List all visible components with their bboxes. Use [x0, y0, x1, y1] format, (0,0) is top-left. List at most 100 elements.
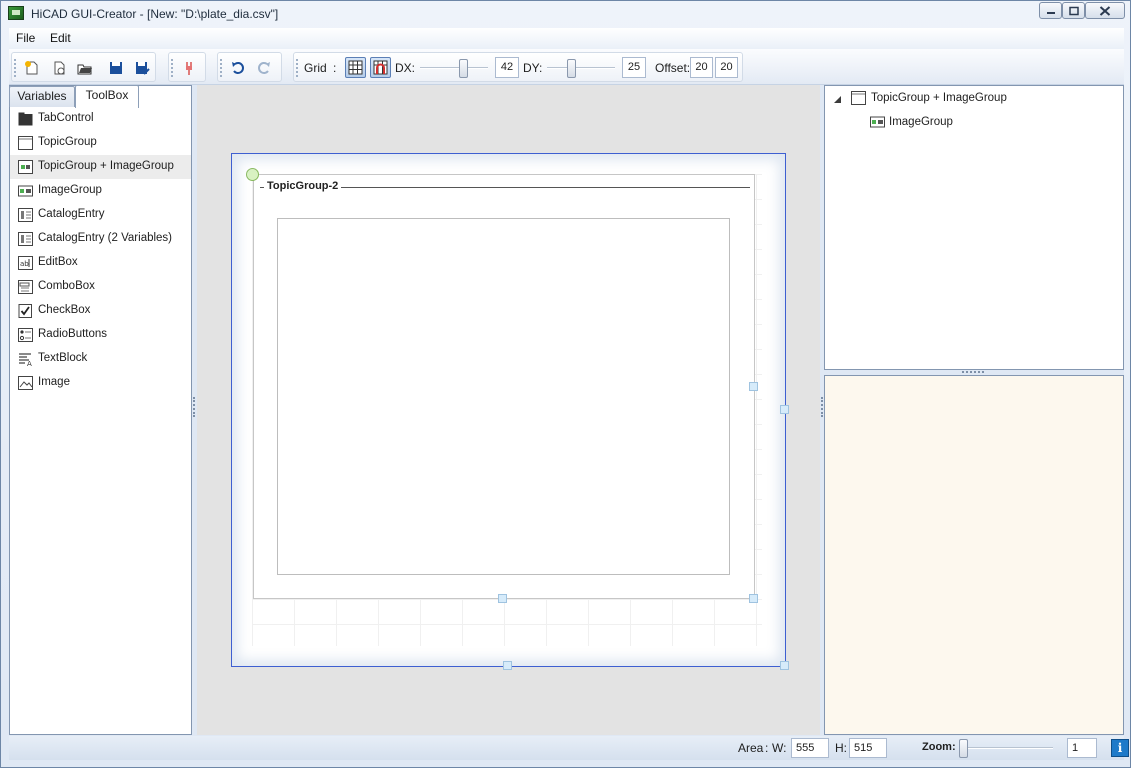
toolbox-item-label: CheckBox [38, 304, 91, 316]
dy-slider-thumb[interactable] [567, 59, 576, 78]
resize-handle-group-bottom[interactable] [498, 594, 507, 603]
grid-colon: : [333, 61, 337, 75]
open-button[interactable] [75, 58, 95, 78]
toolbox-item-label: CatalogEntry (2 Variables) [38, 232, 173, 244]
grid-toggle[interactable] [345, 57, 366, 78]
tree-node-root[interactable]: TopicGroup + ImageGroup [831, 90, 1121, 108]
grid-label: Grid [304, 61, 327, 75]
radiobuttons-icon [18, 328, 33, 342]
properties-panel [824, 375, 1124, 735]
save-button[interactable] [106, 58, 126, 78]
toolbox-item-label: RadioButtons [38, 328, 108, 340]
tab-toolbox[interactable]: ToolBox [75, 85, 139, 108]
toolbar-grip[interactable] [14, 59, 16, 77]
design-canvas[interactable]: TopicGroup-2 [197, 85, 820, 735]
resize-handle-group-right[interactable] [749, 382, 758, 391]
plug-icon [186, 62, 192, 75]
topicgroup-imagegroup-icon [18, 160, 33, 174]
toolbox-item-label: CatalogEntry [38, 208, 105, 220]
tab-variables[interactable]: Variables [9, 86, 75, 107]
app-window: HiCAD GUI-Creator - [New: "D:\plate_dia.… [0, 0, 1131, 768]
maximize-icon [1068, 6, 1079, 15]
close-button[interactable] [1085, 2, 1125, 19]
menu-file[interactable]: File [16, 31, 35, 45]
zoom-slider-thumb[interactable] [959, 739, 968, 758]
toolbox-item-combobox[interactable]: ComboBox [10, 275, 191, 299]
toolbox-item-imagegroup[interactable]: ImageGroup [10, 179, 191, 203]
toolbar-grip[interactable] [220, 59, 222, 77]
toolbox-item-image[interactable]: Image [10, 371, 191, 395]
resize-handle-group-corner[interactable] [749, 594, 758, 603]
topicgroup-icon [18, 136, 33, 150]
minimize-button[interactable] [1039, 2, 1062, 19]
snap-to-grid-toggle[interactable] [370, 57, 391, 78]
offset-x-input[interactable]: 20 [690, 57, 713, 78]
toolbox-item-label: ComboBox [38, 280, 95, 292]
toolbox-item-radiobuttons[interactable]: RadioButtons [10, 323, 191, 347]
editbox-icon: ab [18, 256, 33, 270]
maximize-button[interactable] [1062, 2, 1085, 19]
resize-handle-frame-right[interactable] [780, 405, 789, 414]
dy-label: DY: [523, 61, 543, 75]
area-height-input[interactable]: 515 [849, 738, 887, 758]
close-icon [1099, 5, 1111, 16]
new-from-template-button[interactable] [49, 58, 69, 78]
svg-text:A: A [27, 360, 32, 366]
toolbox-item-topicgroup[interactable]: TopicGroup [10, 131, 191, 155]
plugin-button[interactable] [179, 58, 199, 78]
menu-edit[interactable]: Edit [50, 31, 71, 45]
toolbox-item-catalogentry[interactable]: CatalogEntry [10, 203, 191, 227]
resize-handle-frame-bottom[interactable] [503, 661, 512, 670]
toolbox-item-label: TopicGroup + ImageGroup [38, 160, 174, 172]
file-toolbar-group [11, 52, 156, 82]
toolbox-item-textblock[interactable]: A TextBlock [10, 347, 191, 371]
redo-icon [258, 62, 270, 74]
collapse-arrow-icon[interactable] [833, 95, 842, 104]
snap-grid-icon [373, 60, 388, 75]
toolbar-grip[interactable] [171, 59, 173, 77]
offset-y-input[interactable]: 20 [715, 57, 738, 78]
toolbox-item-catalogentry-2[interactable]: CatalogEntry (2 Variables) [10, 227, 191, 251]
topic-group-2[interactable]: TopicGroup-2 [253, 174, 755, 599]
tabcontrol-icon [18, 112, 33, 126]
svg-text:ab: ab [20, 260, 29, 268]
toolbox-item-topicgroup-imagegroup[interactable]: TopicGroup + ImageGroup [10, 155, 191, 179]
toolbox-item-checkbox[interactable]: CheckBox [10, 299, 191, 323]
info-button[interactable]: i [1111, 739, 1129, 757]
minimize-icon [1046, 11, 1055, 14]
grid-toolbar-group: Grid : DX: 42 DY: 25 Offset: 20 20 [293, 52, 743, 82]
dx-input[interactable]: 42 [495, 57, 519, 78]
tree-node-label: TopicGroup + ImageGroup [871, 92, 1007, 104]
toolbox-item-tabcontrol[interactable]: TabControl [10, 107, 191, 131]
move-handle[interactable] [246, 168, 259, 181]
dx-slider-thumb[interactable] [459, 59, 468, 78]
area-colon: : [765, 741, 769, 755]
plugin-toolbar-group [168, 52, 206, 82]
dx-slider-track[interactable] [420, 67, 488, 69]
toolbox-item-editbox[interactable]: ab EditBox [10, 251, 191, 275]
toolbar-grip[interactable] [296, 59, 298, 77]
tree-node-label: ImageGroup [889, 116, 953, 128]
checkbox-icon [18, 304, 32, 318]
design-surface[interactable]: TopicGroup-2 [231, 153, 786, 667]
tree-node-child[interactable]: ImageGroup [869, 114, 1119, 132]
catalogentry-2-icon [18, 232, 33, 246]
new-button[interactable] [22, 58, 42, 78]
undo-button[interactable] [228, 58, 248, 78]
dy-input[interactable]: 25 [622, 57, 646, 78]
area-width-input[interactable]: 555 [791, 738, 829, 758]
save-as-icon [136, 62, 150, 75]
toolbox-item-label: TextBlock [38, 352, 88, 364]
new-template-icon [54, 61, 65, 75]
redo-button[interactable] [254, 58, 274, 78]
save-as-button[interactable] [132, 58, 152, 78]
zoom-input[interactable]: 1 [1067, 738, 1097, 758]
combobox-icon [18, 280, 33, 294]
area-label: Area [738, 741, 764, 755]
dy-slider-track[interactable] [547, 67, 615, 69]
zoom-slider-track[interactable] [960, 747, 1053, 749]
resize-handle-frame-corner[interactable] [780, 661, 789, 670]
image-group-area[interactable] [277, 218, 730, 575]
menu-bar: File Edit [9, 28, 1124, 49]
new-file-icon [25, 61, 38, 75]
